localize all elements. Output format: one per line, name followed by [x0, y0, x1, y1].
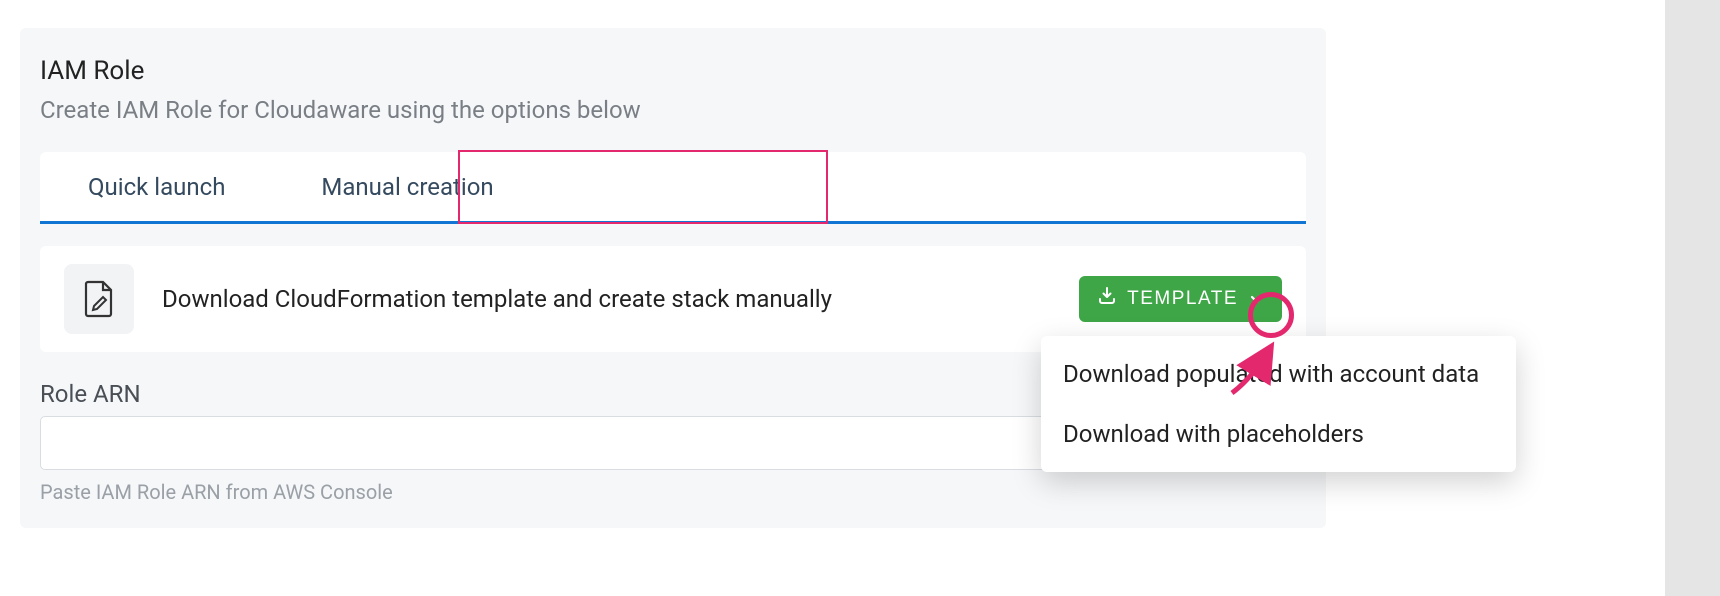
scrollbar-gutter — [1665, 0, 1720, 596]
dropdown-download-placeholders[interactable]: Download with placeholders — [1041, 404, 1516, 464]
file-edit-icon — [64, 264, 134, 334]
tab-label: Quick launch — [88, 173, 225, 201]
download-icon — [1097, 286, 1117, 312]
tab-manual-creation[interactable]: Manual creation — [273, 152, 541, 221]
role-arn-helper: Paste IAM Role ARN from AWS Console — [40, 480, 1326, 504]
template-dropdown-button[interactable]: TEMPLATE — [1079, 276, 1282, 322]
tab-label: Manual creation — [321, 173, 493, 201]
dropdown-item-label: Download with placeholders — [1063, 420, 1364, 448]
template-dropdown-menu: Download populated with account data Dow… — [1041, 336, 1516, 472]
iam-role-panel: IAM Role Create IAM Role for Cloudaware … — [20, 28, 1326, 528]
section-subtitle: Create IAM Role for Cloudaware using the… — [40, 96, 1326, 124]
tab-quick-launch[interactable]: Quick launch — [40, 152, 273, 221]
chevron-down-icon — [1248, 290, 1266, 308]
download-template-card: Download CloudFormation template and cre… — [40, 246, 1306, 352]
screenshot-frame: IAM Role Create IAM Role for Cloudaware … — [0, 0, 1720, 596]
tabs-container: Quick launch Manual creation — [40, 152, 1306, 224]
dropdown-item-label: Download populated with account data — [1063, 360, 1479, 388]
card-description: Download CloudFormation template and cre… — [162, 285, 1051, 313]
dropdown-download-populated[interactable]: Download populated with account data — [1041, 344, 1516, 404]
button-label: TEMPLATE — [1127, 288, 1238, 310]
section-title: IAM Role — [40, 56, 1326, 86]
